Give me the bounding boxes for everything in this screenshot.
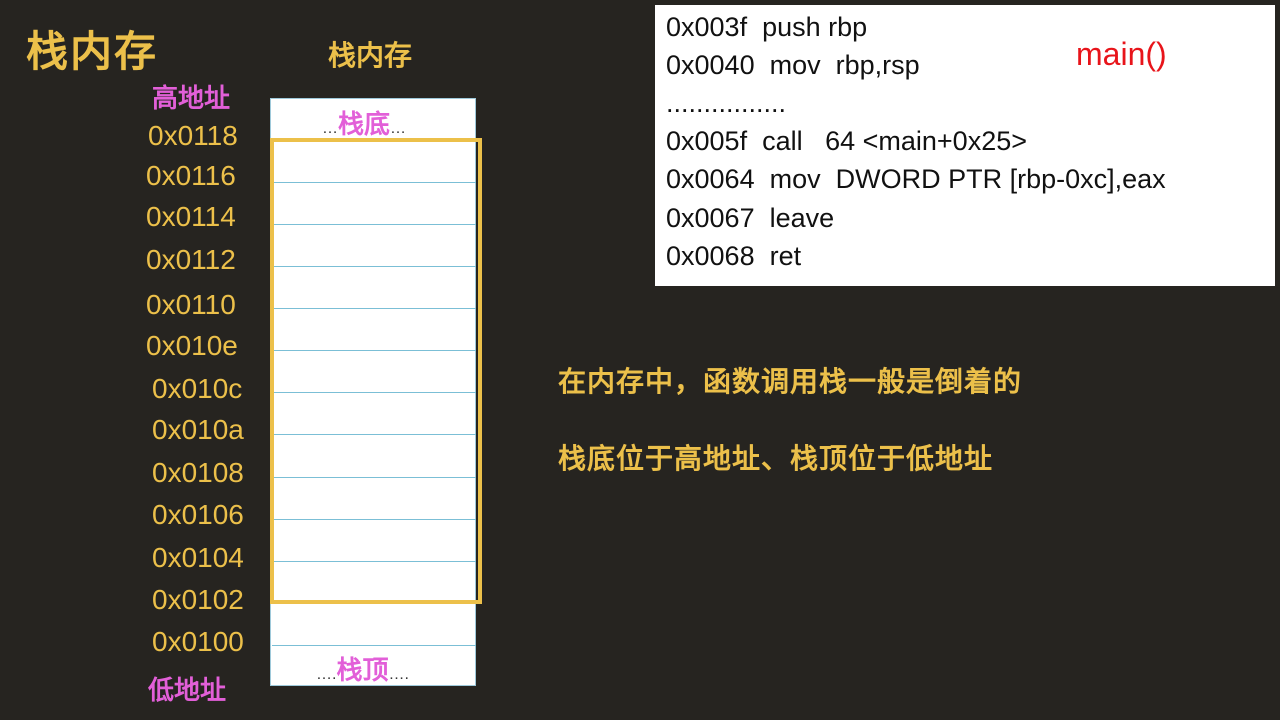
high-address-label: 高地址 bbox=[152, 84, 231, 114]
code-line: ................ bbox=[666, 88, 787, 118]
main-stack-frame bbox=[270, 138, 482, 604]
stack-top-label: 栈顶 bbox=[336, 656, 389, 686]
stack-bottom-label: 栈底 bbox=[338, 110, 391, 140]
address-0x0108: 0x0108 bbox=[152, 457, 244, 488]
code-line: 0x0068 ret bbox=[666, 241, 802, 271]
address-0x0100: 0x0100 bbox=[152, 626, 244, 657]
stack-bottom-suffix: … bbox=[390, 120, 407, 137]
code-line: 0x0064 mov DWORD PTR [rbp-0xc],eax bbox=[666, 164, 1166, 194]
address-0x0118: 0x0118 bbox=[148, 120, 238, 151]
function-name-label: main() bbox=[1076, 36, 1167, 72]
code-line: 0x0067 leave bbox=[666, 203, 835, 233]
note-stack-addresses: 栈底位于高地址、栈顶位于低地址 bbox=[558, 442, 994, 475]
address-0x0114: 0x0114 bbox=[146, 201, 236, 232]
stack-bottom-prefix: … bbox=[322, 120, 338, 137]
address-0x010c: 0x010c bbox=[152, 373, 243, 404]
page-title: 栈内存 bbox=[26, 27, 159, 76]
stack-top-suffix: …. bbox=[388, 666, 409, 683]
address-0x010e: 0x010e bbox=[146, 330, 238, 361]
address-0x0110: 0x0110 bbox=[146, 289, 236, 320]
address-0x010a: 0x010a bbox=[152, 414, 244, 445]
stack-column-header: 栈内存 bbox=[328, 39, 413, 72]
note-stack-direction: 在内存中，函数调用栈一般是倒着的 bbox=[558, 365, 1023, 398]
address-0x0104: 0x0104 bbox=[152, 542, 244, 573]
address-0x0112: 0x0112 bbox=[146, 244, 236, 275]
code-line: 0x005f call 64 <main+0x25> bbox=[666, 126, 1027, 156]
stack-cell-divider bbox=[272, 645, 476, 646]
address-0x0106: 0x0106 bbox=[152, 499, 244, 530]
low-address-label: 低地址 bbox=[148, 676, 227, 706]
code-line: 0x0040 mov rbp,rsp bbox=[666, 50, 920, 80]
stack-top-prefix: …. bbox=[316, 666, 337, 683]
address-0x0102: 0x0102 bbox=[152, 584, 244, 615]
stack-top-cell: ….栈顶…. bbox=[316, 650, 409, 687]
stack-bottom-cell: …栈底… bbox=[322, 104, 406, 141]
code-line: 0x003f push rbp bbox=[666, 12, 868, 42]
address-0x0116: 0x0116 bbox=[146, 160, 236, 191]
